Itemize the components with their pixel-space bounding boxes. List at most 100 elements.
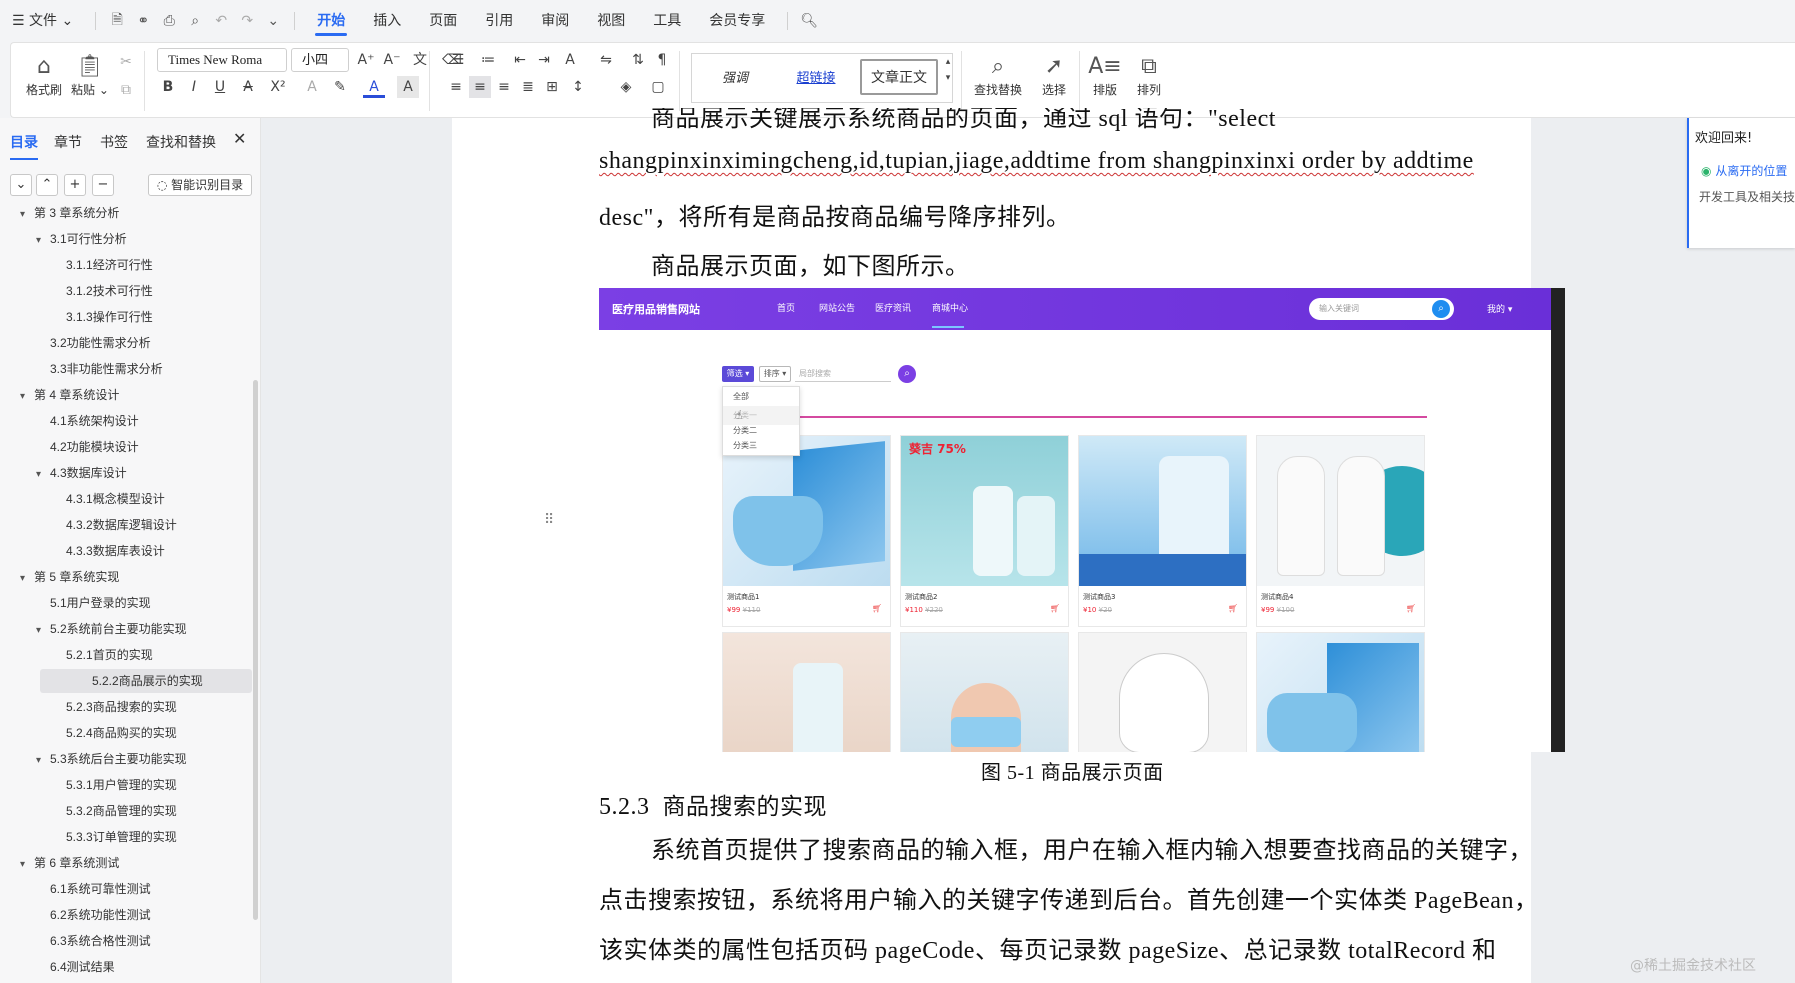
- product-card[interactable]: 测试商品4 ¥99 ¥100 🛒︎: [1256, 435, 1425, 627]
- dropdown-item[interactable]: 分类二: [723, 425, 799, 440]
- scrollbar[interactable]: [253, 380, 258, 920]
- toc-item[interactable]: 3.3非功能性需求分析: [0, 357, 163, 381]
- tab-member[interactable]: 会员专享: [695, 0, 779, 42]
- chevron-down-icon[interactable]: ▾: [20, 385, 34, 409]
- style-body-text[interactable]: 文章正文: [860, 59, 938, 95]
- print-preview-icon[interactable]: ⌕: [186, 12, 204, 30]
- smart-toc-button[interactable]: ◌ 智能识别目录: [148, 174, 252, 196]
- copy-icon[interactable]: ⧉: [115, 79, 137, 101]
- increase-indent-icon[interactable]: ⇥: [533, 49, 555, 71]
- site-search-icon[interactable]: ⌕: [1432, 300, 1450, 318]
- toc-item[interactable]: 4.3.1概念模型设计: [0, 487, 165, 511]
- strikethrough-icon[interactable]: A: [237, 76, 259, 98]
- toc-item[interactable]: ▾ 第 3 章系统分析: [0, 201, 119, 225]
- expand-icon[interactable]: ⌄: [10, 174, 32, 196]
- toc-item[interactable]: ▾ 第 5 章系统实现: [0, 565, 119, 589]
- cut-icon[interactable]: ✂: [115, 51, 137, 73]
- local-search-input[interactable]: 局部搜索: [795, 366, 891, 382]
- bullet-list-icon[interactable]: ☰: [447, 49, 469, 71]
- site-nav-home[interactable]: 首页: [777, 301, 795, 314]
- toc-item[interactable]: 6.2系统功能性测试: [0, 903, 151, 927]
- toc-item[interactable]: 5.1用户登录的实现: [0, 591, 151, 615]
- paste-button[interactable]: 📋︎ 粘贴 ⌄: [65, 53, 115, 98]
- toc-item[interactable]: 5.2.2商品展示的实现: [40, 669, 252, 693]
- toc-item[interactable]: 3.1.2技术可行性: [0, 279, 153, 303]
- toc-item[interactable]: 5.3.3订单管理的实现: [0, 825, 177, 849]
- toc-item[interactable]: ▾ 3.1可行性分析: [0, 227, 127, 251]
- tab-home[interactable]: 开始: [303, 0, 359, 42]
- align-left-icon[interactable]: ≡: [445, 76, 467, 98]
- decrease-indent-icon[interactable]: ⇤: [509, 49, 531, 71]
- style-hyperlink[interactable]: 超链接: [778, 60, 854, 96]
- close-icon[interactable]: ✕: [233, 129, 246, 148]
- toc-item[interactable]: ▾ 第 6 章系统测试: [0, 851, 119, 875]
- redo-icon[interactable]: ↷: [238, 12, 256, 30]
- toc-item[interactable]: 6.4测试结果: [0, 955, 115, 979]
- pinyin-icon[interactable]: 文: [409, 49, 431, 71]
- toc-item[interactable]: ▾ 5.3系统后台主要功能实现: [0, 747, 187, 771]
- italic-icon[interactable]: I: [183, 76, 205, 98]
- toc-item[interactable]: 6.3系统合格性测试: [0, 929, 151, 953]
- save-icon[interactable]: 🗎: [108, 12, 126, 30]
- tab-insert[interactable]: 插入: [359, 0, 415, 42]
- shrink-font-icon[interactable]: A⁻: [381, 49, 403, 71]
- shading-icon[interactable]: ◈: [615, 76, 637, 98]
- tab-view[interactable]: 视图: [583, 0, 639, 42]
- more-icon[interactable]: ⌄: [264, 12, 282, 30]
- site-user-menu[interactable]: 我的 ▾: [1487, 302, 1512, 315]
- cart-icon[interactable]: 🛒︎: [1228, 604, 1238, 613]
- toc-item[interactable]: 6.1系统可靠性测试: [0, 877, 151, 901]
- remove-icon[interactable]: −: [92, 174, 114, 196]
- nav-tab-toc[interactable]: 目录: [10, 132, 38, 160]
- toc-item[interactable]: ▾ 5.2系统前台主要功能实现: [0, 617, 187, 641]
- justify-icon[interactable]: ≣: [517, 76, 539, 98]
- product-card[interactable]: 测试商品1 ¥99 ¥110 🛒︎: [722, 435, 891, 627]
- dropdown-item[interactable]: 分类三: [723, 440, 799, 451]
- filter-button[interactable]: 筛选 ▾: [722, 366, 754, 382]
- cart-icon[interactable]: 🛒︎: [1050, 604, 1060, 613]
- align-right-icon[interactable]: ≡: [493, 76, 515, 98]
- toc-item[interactable]: 3.1.3操作可行性: [0, 305, 153, 329]
- font-color-icon[interactable]: A: [363, 76, 385, 98]
- text-direction-icon[interactable]: ⇋: [595, 49, 617, 71]
- product-card[interactable]: 葵吉 75% 测试商品2 ¥110 ¥220 🛒︎: [900, 435, 1069, 627]
- search-icon[interactable]: 🔍︎: [800, 12, 818, 30]
- toc-item[interactable]: 3.1.1经济可行性: [0, 253, 153, 277]
- format-painter-button[interactable]: ⌂ 格式刷: [19, 53, 69, 98]
- select-button[interactable]: ➚ 选择: [1031, 53, 1077, 98]
- distributed-icon[interactable]: ⊞: [541, 76, 563, 98]
- product-card[interactable]: [1256, 632, 1425, 752]
- toc-item[interactable]: 5.2.3商品搜索的实现: [0, 695, 177, 719]
- toc-item[interactable]: 5.3.1用户管理的实现: [0, 773, 177, 797]
- font-size-select[interactable]: 小四: [291, 48, 349, 72]
- product-card[interactable]: [722, 632, 891, 752]
- arrange-button[interactable]: ⧉ 排列: [1127, 53, 1171, 98]
- numbered-list-icon[interactable]: ≔: [477, 49, 499, 71]
- cart-icon[interactable]: 🛒︎: [1406, 604, 1416, 613]
- collapse-icon[interactable]: ⌃: [36, 174, 58, 196]
- align-center-icon[interactable]: ≡: [469, 76, 491, 98]
- border-icon[interactable]: ▢: [647, 76, 669, 98]
- toc-item[interactable]: 5.3.2商品管理的实现: [0, 799, 177, 823]
- sort-icon[interactable]: ⇅: [627, 49, 649, 71]
- style-emphasis[interactable]: 强调: [700, 60, 770, 96]
- layout-button[interactable]: A≡ 排版: [1083, 53, 1127, 98]
- toc-item[interactable]: 4.2功能模块设计: [0, 435, 139, 459]
- product-card[interactable]: 测试商品3 ¥10 ¥20 🛒︎: [1078, 435, 1247, 627]
- resume-link[interactable]: ◉ 从离开的位置: [1701, 162, 1787, 179]
- grow-font-icon[interactable]: A⁺: [355, 49, 377, 71]
- toc-item[interactable]: ▾ 第 4 章系统设计: [0, 383, 119, 407]
- tab-reference[interactable]: 引用: [471, 0, 527, 42]
- font-name-select[interactable]: Times New Roma: [157, 48, 287, 72]
- text-effect-icon[interactable]: A: [301, 76, 323, 98]
- toc-item[interactable]: 5.2.4商品购买的实现: [0, 721, 177, 745]
- link-icon[interactable]: ⚭: [134, 12, 152, 30]
- chinese-layout-icon[interactable]: A: [559, 49, 581, 71]
- toc-item[interactable]: 3.2功能性需求分析: [0, 331, 151, 355]
- print-icon[interactable]: ⎙: [160, 12, 178, 30]
- nav-tab-find[interactable]: 查找和替换: [146, 132, 216, 152]
- highlight-icon[interactable]: ✎: [329, 76, 351, 98]
- local-search-icon[interactable]: ⌕: [898, 365, 916, 383]
- chevron-down-icon[interactable]: ▾: [36, 619, 50, 643]
- toc-item[interactable]: 4.3.2数据库逻辑设计: [0, 513, 177, 537]
